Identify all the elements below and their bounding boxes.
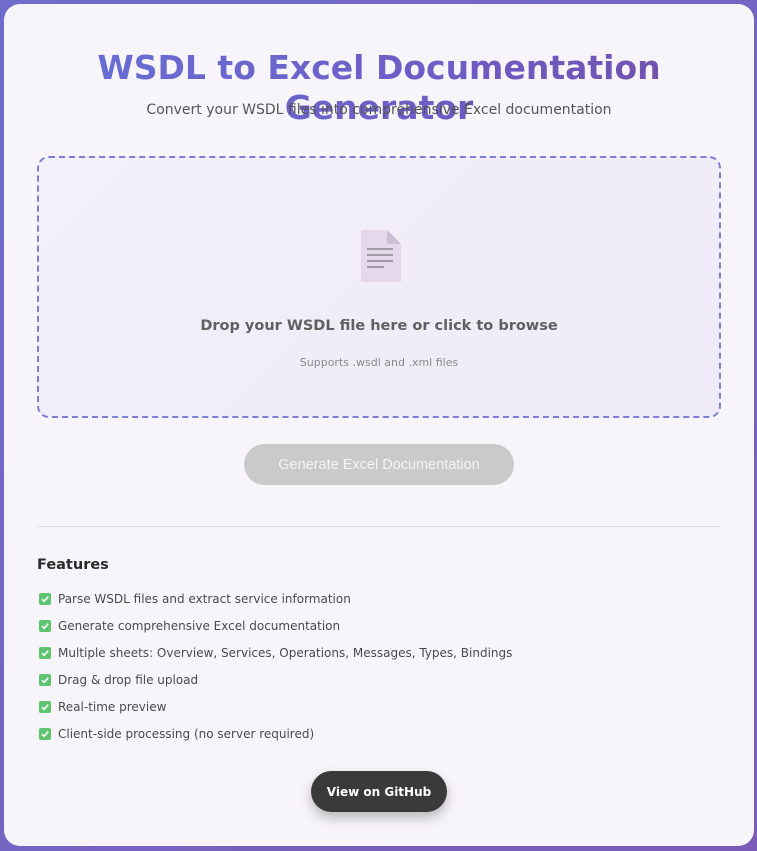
dropzone-hint-text: Supports .wsdl and .xml files (299, 356, 459, 369)
feature-label: Generate comprehensive Excel documentati… (58, 619, 341, 633)
feature-label: Parse WSDL files and extract service inf… (58, 592, 351, 606)
feature-label: Drag & drop file upload (58, 673, 199, 687)
features-heading: Features (37, 557, 109, 573)
feature-item: Multiple sheets: Overview, Services, Ope… (39, 646, 512, 673)
feature-item: Generate comprehensive Excel documentati… (39, 619, 512, 646)
check-icon (39, 593, 51, 605)
github-button[interactable]: View on GitHub (311, 771, 447, 812)
check-icon (39, 674, 51, 686)
section-divider (37, 526, 721, 527)
generate-excel-button[interactable]: Generate Excel Documentation (244, 444, 514, 485)
dropzone-primary-text: Drop your WSDL file here or click to bro… (200, 318, 558, 334)
feature-item: Parse WSDL files and extract service inf… (39, 592, 512, 619)
document-icon (359, 230, 401, 282)
feature-item: Client-side processing (no server requir… (39, 727, 512, 754)
feature-label: Real-time preview (58, 700, 167, 714)
feature-label: Client-side processing (no server requir… (58, 727, 315, 741)
check-icon (39, 647, 51, 659)
file-dropzone[interactable]: Drop your WSDL file here or click to bro… (37, 156, 721, 418)
feature-label: Multiple sheets: Overview, Services, Ope… (58, 646, 513, 660)
main-card: WSDL to Excel Documentation Generator Co… (4, 4, 754, 846)
feature-list: Parse WSDL files and extract service inf… (39, 592, 512, 754)
check-icon (39, 728, 51, 740)
feature-item: Real-time preview (39, 700, 512, 727)
feature-item: Drag & drop file upload (39, 673, 512, 700)
check-icon (39, 620, 51, 632)
page-subtitle: Convert your WSDL files into comprehensi… (146, 102, 612, 118)
check-icon (39, 701, 51, 713)
